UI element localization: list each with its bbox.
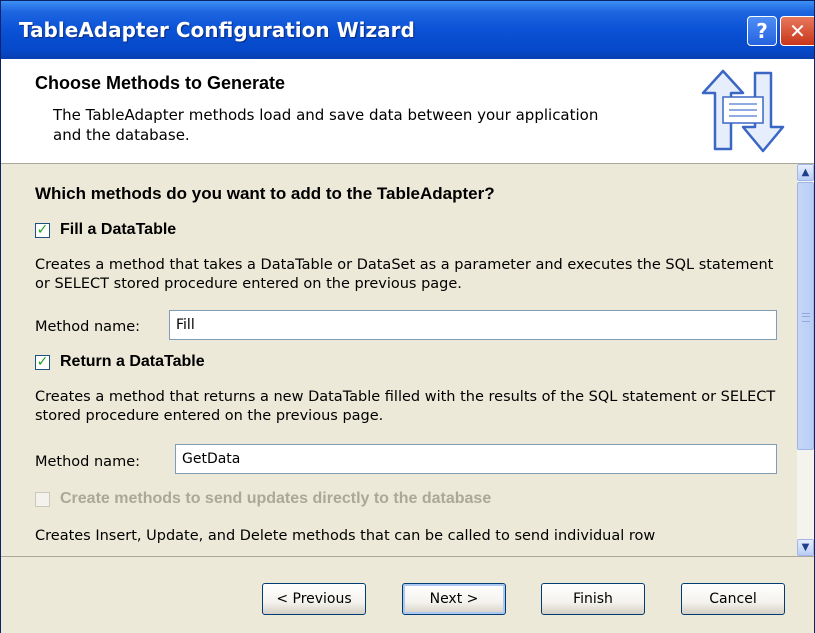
methods-panel: Which methods do you want to add to the … <box>21 164 797 556</box>
data-transfer-arrows-icon <box>701 69 785 153</box>
window-title: TableAdapter Configuration Wizard <box>19 18 415 42</box>
return-method-name-input[interactable] <box>175 444 777 474</box>
next-button[interactable]: Next > <box>402 583 506 615</box>
page-title: Choose Methods to Generate <box>35 73 286 93</box>
fill-method-name-label: Method name: <box>35 319 140 335</box>
return-method-name-label: Method name: <box>35 454 140 470</box>
wizard-window: TableAdapter Configuration Wizard ? ✕ Ch… <box>0 0 815 633</box>
return-datatable-checkbox[interactable]: ✓ <box>35 353 50 370</box>
title-bar[interactable]: TableAdapter Configuration Wizard ? ✕ <box>1 1 814 59</box>
close-button[interactable]: ✕ <box>780 16 814 46</box>
fill-datatable-description: Creates a method that takes a DataTable … <box>35 257 774 292</box>
update-methods-checkbox[interactable] <box>35 491 50 507</box>
fill-method-name-input[interactable] <box>169 310 777 340</box>
fill-datatable-option[interactable]: ✓ Fill a DataTable <box>35 221 176 239</box>
help-button[interactable]: ? <box>747 16 777 46</box>
close-icon: ✕ <box>789 19 806 43</box>
wizard-footer: < Previous Next > Finish Cancel <box>1 556 814 633</box>
finish-button[interactable]: Finish <box>541 583 645 615</box>
chevron-up-icon: ▲ <box>801 167 810 178</box>
grip-icon <box>802 313 810 322</box>
fill-datatable-label: Fill a DataTable <box>60 221 177 238</box>
vertical-scrollbar[interactable]: ▲ ▼ <box>797 164 814 556</box>
return-datatable-description: Creates a method that returns a new Data… <box>35 389 776 424</box>
scroll-down-button[interactable]: ▼ <box>797 539 814 556</box>
page-description: The TableAdapter methods load and save d… <box>53 106 599 144</box>
help-icon: ? <box>756 19 768 43</box>
update-methods-description: Creates Insert, Update, and Delete metho… <box>35 528 656 544</box>
checkmark-icon: ✓ <box>36 221 49 238</box>
update-methods-option[interactable]: Create methods to send updates directly … <box>35 490 491 508</box>
methods-question: Which methods do you want to add to the … <box>35 184 495 203</box>
previous-button[interactable]: < Previous <box>262 583 366 615</box>
update-methods-label: Create methods to send updates directly … <box>60 490 492 507</box>
scroll-thumb[interactable] <box>797 182 814 450</box>
scroll-up-button[interactable]: ▲ <box>797 164 814 181</box>
fill-datatable-checkbox[interactable]: ✓ <box>35 221 50 238</box>
chevron-down-icon: ▼ <box>801 542 810 553</box>
wizard-header: Choose Methods to Generate The TableAdap… <box>1 59 814 164</box>
return-datatable-option[interactable]: ✓ Return a DataTable <box>35 353 205 371</box>
checkmark-icon: ✓ <box>36 353 49 370</box>
cancel-button[interactable]: Cancel <box>681 583 785 615</box>
return-datatable-label: Return a DataTable <box>60 353 205 370</box>
